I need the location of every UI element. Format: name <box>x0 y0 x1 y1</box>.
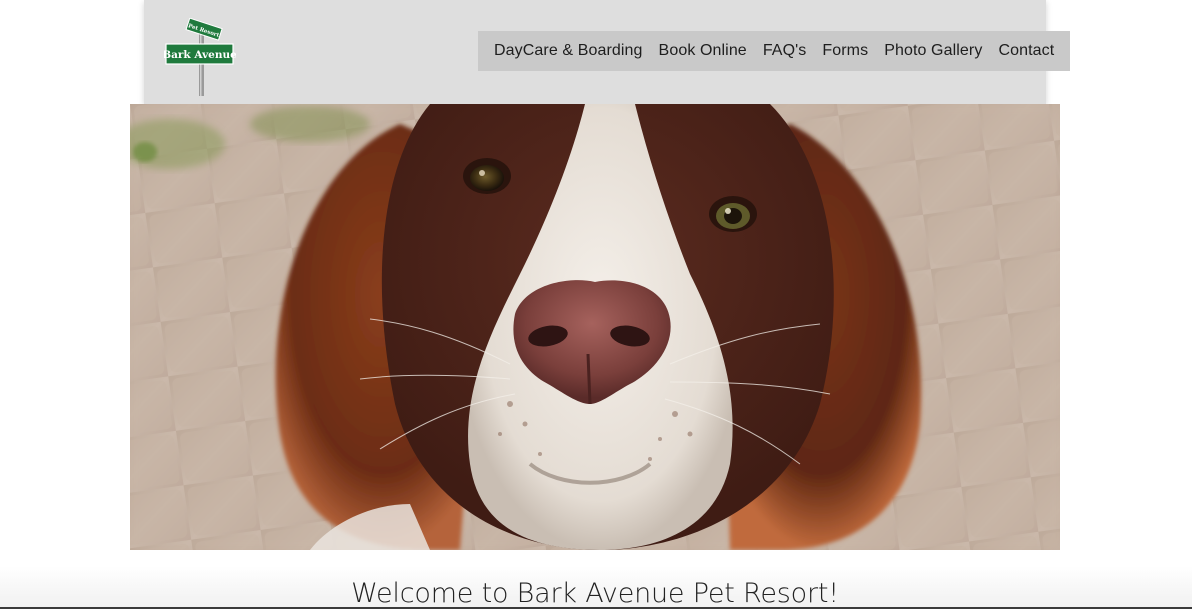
bark-avenue-logo[interactable]: Pet Resort Bark Avenue <box>162 17 237 98</box>
nav-item-contact[interactable]: Contact <box>990 42 1062 60</box>
nav-item-faqs[interactable]: FAQ's <box>755 42 815 60</box>
nav-item-daycare-boarding[interactable]: DayCare & Boarding <box>486 42 651 60</box>
main-navigation: DayCare & Boarding Book Online FAQ's For… <box>478 31 1071 71</box>
welcome-heading: Welcome to Bark Avenue Pet Resort! <box>351 578 839 609</box>
page: Pet Resort Bark Avenue DayCare & Boardin… <box>0 0 1192 609</box>
nav-item-book-online[interactable]: Book Online <box>651 42 755 60</box>
logo-sign-main-text: Bark Avenue <box>164 49 236 61</box>
hero-dog-image <box>130 104 1060 550</box>
dog-photo <box>130 104 1060 550</box>
site-header: Pet Resort Bark Avenue DayCare & Boardin… <box>144 0 1071 104</box>
street-sign-icon: Pet Resort Bark Avenue <box>162 17 237 96</box>
nav-item-photo-gallery[interactable]: Photo Gallery <box>876 42 990 60</box>
nav-item-forms[interactable]: Forms <box>814 42 876 60</box>
